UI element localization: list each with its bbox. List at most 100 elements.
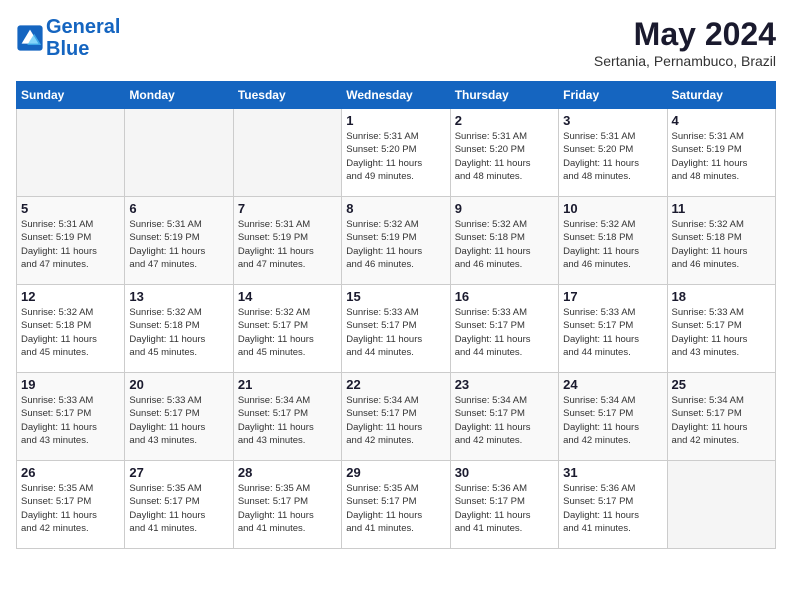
day-number: 22 — [346, 377, 445, 392]
page-header: General Blue May 2024 Sertania, Pernambu… — [16, 16, 776, 69]
day-info: Sunrise: 5:34 AMSunset: 5:17 PMDaylight:… — [563, 394, 662, 447]
month-title: May 2024 — [594, 16, 776, 53]
day-info: Sunrise: 5:31 AMSunset: 5:20 PMDaylight:… — [346, 130, 445, 183]
day-info: Sunrise: 5:35 AMSunset: 5:17 PMDaylight:… — [21, 482, 120, 535]
day-info: Sunrise: 5:31 AMSunset: 5:19 PMDaylight:… — [672, 130, 771, 183]
day-info: Sunrise: 5:33 AMSunset: 5:17 PMDaylight:… — [563, 306, 662, 359]
calendar-cell: 22 Sunrise: 5:34 AMSunset: 5:17 PMDayligh… — [342, 373, 450, 461]
calendar-cell — [667, 461, 775, 549]
calendar-cell: 4 Sunrise: 5:31 AMSunset: 5:19 PMDaylight… — [667, 109, 775, 197]
day-number: 20 — [129, 377, 228, 392]
day-number: 9 — [455, 201, 554, 216]
day-number: 24 — [563, 377, 662, 392]
day-number: 4 — [672, 113, 771, 128]
day-info: Sunrise: 5:34 AMSunset: 5:17 PMDaylight:… — [455, 394, 554, 447]
day-info: Sunrise: 5:31 AMSunset: 5:20 PMDaylight:… — [455, 130, 554, 183]
calendar-cell: 31Sunrise: 5:36 AMSunset: 5:17 PMDayligh… — [559, 461, 667, 549]
day-number: 15 — [346, 289, 445, 304]
day-number: 16 — [455, 289, 554, 304]
day-info: Sunrise: 5:35 AMSunset: 5:17 PMDaylight:… — [238, 482, 337, 535]
day-number: 12 — [21, 289, 120, 304]
day-number: 19 — [21, 377, 120, 392]
day-number: 8 — [346, 201, 445, 216]
logo-general: General — [46, 16, 120, 38]
day-number: 21 — [238, 377, 337, 392]
day-number: 6 — [129, 201, 228, 216]
location: Sertania, Pernambuco, Brazil — [594, 53, 776, 69]
calendar-cell: 5 Sunrise: 5:31 AMSunset: 5:19 PMDaylight… — [17, 197, 125, 285]
logo: General Blue — [16, 16, 120, 60]
calendar-cell: 25 Sunrise: 5:34 AMSunset: 5:17 PMDayligh… — [667, 373, 775, 461]
day-number: 11 — [672, 201, 771, 216]
day-number: 1 — [346, 113, 445, 128]
calendar-cell: 21 Sunrise: 5:34 AMSunset: 5:17 PMDayligh… — [233, 373, 341, 461]
day-header-thursday: Thursday — [450, 82, 558, 109]
calendar-cell — [233, 109, 341, 197]
calendar-cell: 10Sunrise: 5:32 AMSunset: 5:18 PMDayligh… — [559, 197, 667, 285]
calendar-week-1: 1 Sunrise: 5:31 AMSunset: 5:20 PMDaylight… — [17, 109, 776, 197]
day-info: Sunrise: 5:34 AMSunset: 5:17 PMDaylight:… — [346, 394, 445, 447]
day-number: 3 — [563, 113, 662, 128]
day-info: Sunrise: 5:35 AMSunset: 5:17 PMDaylight:… — [346, 482, 445, 535]
day-header-sunday: Sunday — [17, 82, 125, 109]
calendar-header-row: SundayMondayTuesdayWednesdayThursdayFrid… — [17, 82, 776, 109]
day-number: 28 — [238, 465, 337, 480]
day-info: Sunrise: 5:34 AMSunset: 5:17 PMDaylight:… — [672, 394, 771, 447]
calendar-cell: 28 Sunrise: 5:35 AMSunset: 5:17 PMDayligh… — [233, 461, 341, 549]
day-number: 13 — [129, 289, 228, 304]
day-number: 7 — [238, 201, 337, 216]
calendar-cell: 30Sunrise: 5:36 AMSunset: 5:17 PMDayligh… — [450, 461, 558, 549]
calendar-cell: 3 Sunrise: 5:31 AMSunset: 5:20 PMDaylight… — [559, 109, 667, 197]
day-header-friday: Friday — [559, 82, 667, 109]
day-info: Sunrise: 5:31 AMSunset: 5:19 PMDaylight:… — [129, 218, 228, 271]
calendar-week-2: 5 Sunrise: 5:31 AMSunset: 5:19 PMDaylight… — [17, 197, 776, 285]
day-header-saturday: Saturday — [667, 82, 775, 109]
day-number: 18 — [672, 289, 771, 304]
day-number: 5 — [21, 201, 120, 216]
calendar-cell: 18Sunrise: 5:33 AMSunset: 5:17 PMDayligh… — [667, 285, 775, 373]
day-info: Sunrise: 5:32 AMSunset: 5:18 PMDaylight:… — [21, 306, 120, 359]
day-info: Sunrise: 5:32 AMSunset: 5:18 PMDaylight:… — [672, 218, 771, 271]
day-info: Sunrise: 5:33 AMSunset: 5:17 PMDaylight:… — [346, 306, 445, 359]
calendar-cell: 29 Sunrise: 5:35 AMSunset: 5:17 PMDayligh… — [342, 461, 450, 549]
day-info: Sunrise: 5:33 AMSunset: 5:17 PMDaylight:… — [455, 306, 554, 359]
day-number: 10 — [563, 201, 662, 216]
day-number: 25 — [672, 377, 771, 392]
calendar-table: SundayMondayTuesdayWednesdayThursdayFrid… — [16, 81, 776, 549]
day-info: Sunrise: 5:31 AMSunset: 5:19 PMDaylight:… — [21, 218, 120, 271]
calendar-cell — [17, 109, 125, 197]
title-block: May 2024 Sertania, Pernambuco, Brazil — [594, 16, 776, 69]
calendar-cell — [125, 109, 233, 197]
day-info: Sunrise: 5:36 AMSunset: 5:17 PMDaylight:… — [455, 482, 554, 535]
calendar-cell: 14Sunrise: 5:32 AMSunset: 5:17 PMDayligh… — [233, 285, 341, 373]
day-info: Sunrise: 5:33 AMSunset: 5:17 PMDaylight:… — [21, 394, 120, 447]
calendar-cell: 17 Sunrise: 5:33 AMSunset: 5:17 PMDayligh… — [559, 285, 667, 373]
day-header-monday: Monday — [125, 82, 233, 109]
calendar-week-3: 12 Sunrise: 5:32 AMSunset: 5:18 PMDayligh… — [17, 285, 776, 373]
day-info: Sunrise: 5:32 AMSunset: 5:18 PMDaylight:… — [455, 218, 554, 271]
day-header-tuesday: Tuesday — [233, 82, 341, 109]
day-info: Sunrise: 5:34 AMSunset: 5:17 PMDaylight:… — [238, 394, 337, 447]
calendar-cell: 15 Sunrise: 5:33 AMSunset: 5:17 PMDayligh… — [342, 285, 450, 373]
calendar-cell: 9 Sunrise: 5:32 AMSunset: 5:18 PMDaylight… — [450, 197, 558, 285]
calendar-cell: 12 Sunrise: 5:32 AMSunset: 5:18 PMDayligh… — [17, 285, 125, 373]
calendar-cell: 23Sunrise: 5:34 AMSunset: 5:17 PMDayligh… — [450, 373, 558, 461]
calendar-cell: 13Sunrise: 5:32 AMSunset: 5:18 PMDayligh… — [125, 285, 233, 373]
calendar-cell: 26Sunrise: 5:35 AMSunset: 5:17 PMDayligh… — [17, 461, 125, 549]
day-number: 29 — [346, 465, 445, 480]
calendar-week-4: 19 Sunrise: 5:33 AMSunset: 5:17 PMDayligh… — [17, 373, 776, 461]
day-number: 2 — [455, 113, 554, 128]
day-header-wednesday: Wednesday — [342, 82, 450, 109]
day-info: Sunrise: 5:31 AMSunset: 5:20 PMDaylight:… — [563, 130, 662, 183]
logo-icon — [16, 24, 44, 52]
calendar-cell: 2 Sunrise: 5:31 AMSunset: 5:20 PMDaylight… — [450, 109, 558, 197]
day-info: Sunrise: 5:32 AMSunset: 5:17 PMDaylight:… — [238, 306, 337, 359]
day-number: 17 — [563, 289, 662, 304]
day-info: Sunrise: 5:33 AMSunset: 5:17 PMDaylight:… — [129, 394, 228, 447]
calendar-cell: 24 Sunrise: 5:34 AMSunset: 5:17 PMDayligh… — [559, 373, 667, 461]
calendar-cell: 16 Sunrise: 5:33 AMSunset: 5:17 PMDayligh… — [450, 285, 558, 373]
calendar-cell: 8Sunrise: 5:32 AMSunset: 5:19 PMDaylight… — [342, 197, 450, 285]
calendar-cell: 27Sunrise: 5:35 AMSunset: 5:17 PMDayligh… — [125, 461, 233, 549]
calendar-cell: 20 Sunrise: 5:33 AMSunset: 5:17 PMDayligh… — [125, 373, 233, 461]
day-number: 27 — [129, 465, 228, 480]
